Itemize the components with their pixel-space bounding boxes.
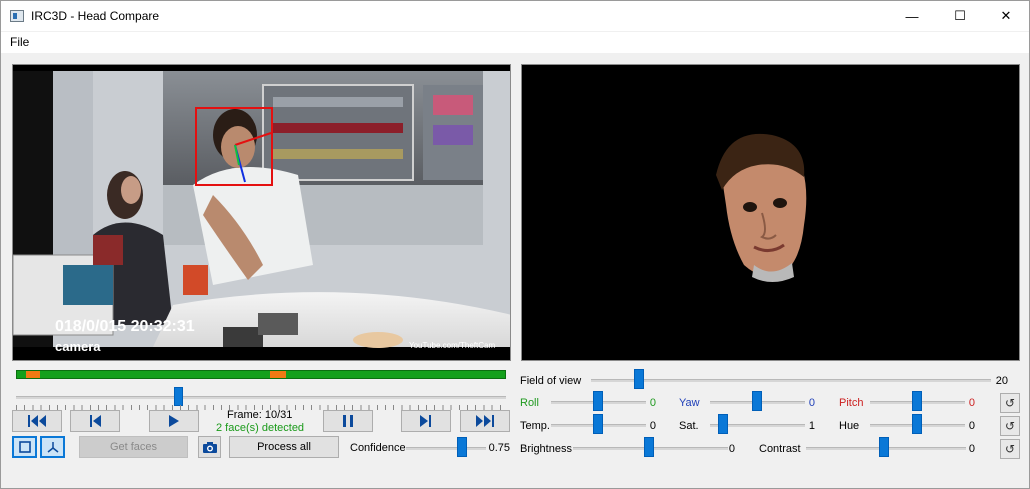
- hue-value: 0: [968, 420, 975, 432]
- frame-counter: Frame: 10/31: [227, 409, 293, 421]
- reset-icon: ↺: [1004, 396, 1016, 410]
- yaw-slider-handle[interactable]: [752, 391, 762, 411]
- temp-value: 0: [649, 420, 656, 432]
- minimize-button[interactable]: —: [889, 1, 935, 31]
- menu-bar: File: [1, 32, 1029, 53]
- video-camera-overlay: camera: [55, 339, 101, 354]
- saturation-value: 1: [808, 420, 815, 432]
- title-bar: IRC3D - Head Compare — ☐ ✕: [1, 1, 1029, 31]
- video-view: 018/0/015 20:32:31 camera YouTube.com/Th…: [12, 64, 511, 361]
- window-title: IRC3D - Head Compare: [31, 9, 160, 23]
- skip-to-start-button[interactable]: [12, 410, 62, 432]
- camera-icon: [202, 442, 217, 453]
- roll-label: Roll: [520, 397, 539, 409]
- video-timestamp-overlay: 018/0/015 20:32:31: [55, 318, 195, 335]
- yaw-value: 0: [808, 397, 815, 409]
- contrast-slider-handle[interactable]: [879, 437, 889, 457]
- step-forward-button[interactable]: [401, 410, 451, 432]
- axes-icon: [47, 442, 58, 453]
- box-mode-toggle[interactable]: [12, 436, 37, 458]
- process-all-button[interactable]: Process all: [229, 436, 339, 458]
- menu-file[interactable]: File: [10, 35, 29, 49]
- seek-slider-handle[interactable]: [174, 387, 183, 406]
- contrast-label: Contrast: [759, 443, 801, 455]
- detection-timeline[interactable]: [16, 370, 506, 379]
- timeline-marker: [26, 371, 40, 378]
- axes-mode-toggle[interactable]: [40, 436, 65, 458]
- pause-button[interactable]: [323, 410, 373, 432]
- brightness-value: 0: [728, 443, 735, 455]
- confidence-value: 0.75: [488, 442, 510, 454]
- pitch-label: Pitch: [839, 397, 864, 409]
- pitch-value: 0: [968, 397, 975, 409]
- hue-label: Hue: [839, 420, 860, 432]
- saturation-slider-handle[interactable]: [718, 414, 728, 434]
- reset-icon: ↺: [1004, 442, 1016, 456]
- temp-slider-handle[interactable]: [593, 414, 603, 434]
- reset-icon: ↺: [1004, 419, 1016, 433]
- skip-to-start-icon: [28, 415, 46, 427]
- get-faces-button[interactable]: Get faces: [79, 436, 188, 458]
- video-watermark: YouTube.com/TheftCam: [409, 341, 495, 350]
- seek-slider-track[interactable]: [16, 396, 506, 399]
- field-of-view-slider-handle[interactable]: [634, 369, 644, 389]
- confidence-slider-track[interactable]: [406, 447, 486, 450]
- temp-label: Temp.: [520, 420, 550, 432]
- pitch-slider-handle[interactable]: [912, 391, 922, 411]
- video-frame-image: 018/0/015 20:32:31 camera YouTube.com/Th…: [13, 65, 510, 360]
- app-window: IRC3D - Head Compare — ☐ ✕ File 018/0/01…: [0, 0, 1030, 489]
- head-render-view: [521, 64, 1020, 361]
- field-of-view-label: Field of view: [520, 375, 582, 387]
- roll-slider-handle[interactable]: [593, 391, 603, 411]
- pause-icon: [343, 415, 353, 427]
- field-of-view-value: 20: [995, 375, 1008, 387]
- reset-rotation-button[interactable]: ↺: [1000, 393, 1020, 413]
- faces-detected-status: 2 face(s) detected: [216, 422, 305, 434]
- hue-slider-handle[interactable]: [912, 414, 922, 434]
- contrast-value: 0: [968, 443, 975, 455]
- step-forward-icon: [420, 415, 431, 427]
- play-button[interactable]: [149, 410, 199, 432]
- yaw-label: Yaw: [679, 397, 700, 409]
- roll-value: 0: [649, 397, 656, 409]
- confidence-label: Confidence: [350, 442, 406, 454]
- brightness-label: Brightness: [520, 443, 572, 455]
- reset-color-button[interactable]: ↺: [1000, 416, 1020, 436]
- timeline-marker: [270, 371, 286, 378]
- square-icon: [18, 441, 31, 453]
- step-back-icon: [90, 415, 101, 427]
- reset-tone-button[interactable]: ↺: [1000, 439, 1020, 459]
- maximize-button[interactable]: ☐: [937, 1, 983, 31]
- saturation-label: Sat.: [679, 420, 699, 432]
- rendered-head-image: [522, 65, 1019, 360]
- confidence-slider-handle[interactable]: [457, 437, 467, 457]
- field-of-view-slider-track[interactable]: [591, 379, 991, 382]
- play-icon: [169, 415, 179, 427]
- skip-to-end-icon: [476, 415, 494, 427]
- skip-to-end-button[interactable]: [460, 410, 510, 432]
- step-back-button[interactable]: [70, 410, 120, 432]
- snapshot-button[interactable]: [198, 436, 221, 458]
- close-button[interactable]: ✕: [983, 1, 1029, 31]
- brightness-slider-handle[interactable]: [644, 437, 654, 457]
- app-icon: [10, 10, 24, 22]
